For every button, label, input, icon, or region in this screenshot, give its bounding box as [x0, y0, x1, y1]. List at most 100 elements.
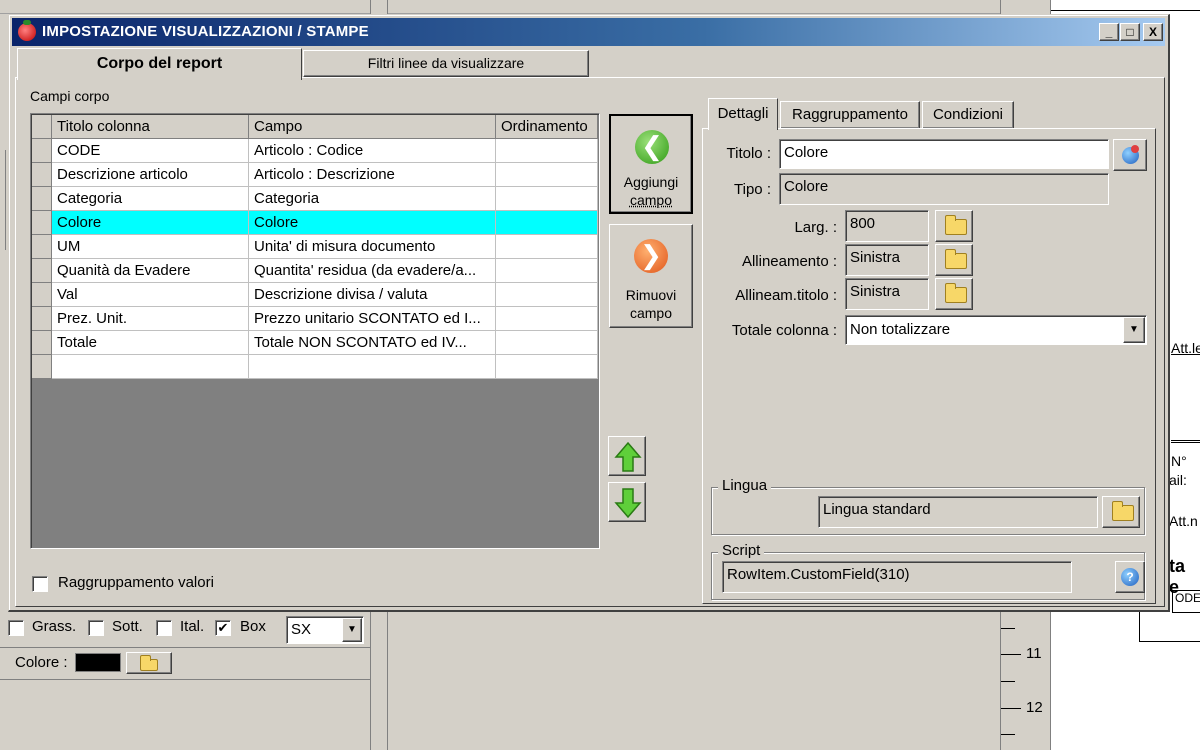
add-field-label-2: campo — [629, 192, 673, 208]
row-indicator[interactable] — [32, 187, 52, 211]
table-row-empty[interactable] — [32, 355, 598, 379]
row-indicator[interactable] — [32, 211, 52, 235]
column-header-ordinamento[interactable]: Ordinamento — [496, 115, 598, 139]
minimize-button[interactable]: _ — [1099, 23, 1119, 41]
title-bar[interactable]: IMPOSTAZIONE VISUALIZZAZIONI / STAMPE _ … — [12, 18, 1165, 46]
column-header-campo[interactable]: Campo — [249, 115, 496, 139]
bold-checkbox[interactable] — [8, 620, 24, 636]
move-up-button[interactable] — [608, 436, 646, 476]
arrow-right-glyph: ❯ — [640, 240, 662, 270]
arrow-left-glyph: ❮ — [641, 131, 663, 161]
add-field-button[interactable]: ❮ Aggiungi campo — [609, 114, 693, 214]
cell-campo[interactable]: Articolo : Codice — [249, 139, 496, 163]
translate-button[interactable] — [1113, 139, 1147, 171]
ruler-tick — [1001, 654, 1021, 655]
row-indicator[interactable] — [32, 307, 52, 331]
table-row[interactable]: Prez. Unit. Prezzo unitario SCONTATO ed … — [32, 307, 598, 331]
close-button[interactable]: X — [1143, 23, 1163, 41]
totale-colonna-value: Non totalizzare — [850, 321, 951, 338]
remove-field-button[interactable]: ❯ Rimuovi campo — [609, 224, 693, 328]
background-canvas-top — [388, 0, 1000, 14]
page-text-n: N° — [1171, 453, 1187, 469]
row-indicator[interactable] — [32, 259, 52, 283]
cell-titolo[interactable]: Categoria — [52, 187, 249, 211]
cell-ordinamento[interactable] — [496, 139, 598, 163]
chevron-down-icon[interactable]: ▼ — [1123, 317, 1145, 343]
group-values-checkbox[interactable] — [32, 576, 48, 592]
cell-campo[interactable]: Descrizione divisa / valuta — [249, 283, 496, 307]
row-indicator[interactable] — [32, 283, 52, 307]
cell-campo[interactable] — [249, 355, 496, 379]
cell-campo[interactable]: Totale NON SCONTATO ed IV... — [249, 331, 496, 355]
cell-campo[interactable]: Categoria — [249, 187, 496, 211]
cell-titolo[interactable]: Prez. Unit. — [52, 307, 249, 331]
script-help-button[interactable]: ? — [1115, 561, 1145, 593]
tab-corpo-del-report[interactable]: Corpo del report — [17, 48, 302, 80]
color-toolbar: Colore : — [0, 648, 370, 680]
cell-ordinamento[interactable] — [496, 187, 598, 211]
cell-campo[interactable]: Quantita' residua (da evadere/a... — [249, 259, 496, 283]
cell-ordinamento[interactable] — [496, 163, 598, 187]
row-indicator[interactable] — [32, 331, 52, 355]
column-header-titolo[interactable]: Titolo colonna — [52, 115, 249, 139]
row-indicator[interactable] — [32, 139, 52, 163]
cell-campo[interactable]: Colore — [249, 211, 496, 235]
cell-titolo[interactable] — [52, 355, 249, 379]
arrow-up-icon — [614, 441, 642, 472]
larg-edit-button[interactable] — [935, 210, 973, 242]
tab-filtri-linee[interactable]: Filtri linee da visualizzare — [303, 50, 589, 77]
table-row[interactable]: UM Unita' di misura documento — [32, 235, 598, 259]
cell-titolo[interactable]: Quanità da Evadere — [52, 259, 249, 283]
color-swatch[interactable] — [75, 653, 121, 672]
color-picker-button[interactable] — [126, 652, 172, 674]
cell-titolo[interactable]: Val — [52, 283, 249, 307]
table-row[interactable]: Val Descrizione divisa / valuta — [32, 283, 598, 307]
table-row[interactable]: CODE Articolo : Codice — [32, 139, 598, 163]
cell-ordinamento[interactable] — [496, 259, 598, 283]
tab-panel-corpo: Campi corpo Titolo colonna Campo Ordinam… — [15, 77, 1165, 607]
cell-titolo[interactable]: CODE — [52, 139, 249, 163]
cell-titolo[interactable]: Colore — [52, 211, 249, 235]
tab-condizioni[interactable]: Condizioni — [922, 101, 1014, 129]
cell-campo[interactable]: Prezzo unitario SCONTATO ed I... — [249, 307, 496, 331]
chevron-down-icon[interactable]: ▼ — [342, 618, 362, 642]
cell-ordinamento[interactable] — [496, 211, 598, 235]
titolo-input[interactable]: Colore — [779, 139, 1109, 169]
cell-ordinamento[interactable] — [496, 355, 598, 379]
table-row[interactable]: Descrizione articolo Articolo : Descrizi… — [32, 163, 598, 187]
cell-titolo[interactable]: Totale — [52, 331, 249, 355]
app-icon-leaf — [23, 20, 31, 25]
format-toolbar: Grass. Sott. Ital. ✔ Box SX ▼ — [0, 612, 370, 648]
box-checkbox[interactable]: ✔ — [215, 620, 231, 636]
underline-checkbox[interactable] — [88, 620, 104, 636]
align-select[interactable]: SX ▼ — [286, 616, 364, 644]
ruler-mark-12: 12 — [1026, 699, 1043, 716]
tab-dettagli[interactable]: Dettagli — [708, 98, 778, 130]
cell-campo[interactable]: Unita' di misura documento — [249, 235, 496, 259]
remove-field-label-1: Rimuovi — [625, 287, 677, 303]
box-label: Box — [240, 618, 266, 635]
row-indicator[interactable] — [32, 163, 52, 187]
cell-titolo[interactable]: Descrizione articolo — [52, 163, 249, 187]
allineam-titolo-edit-button[interactable] — [935, 278, 973, 310]
maximize-button[interactable]: □ — [1120, 23, 1140, 41]
table-row[interactable]: Quanità da Evadere Quantita' residua (da… — [32, 259, 598, 283]
totale-colonna-select[interactable]: Non totalizzare ▼ — [845, 315, 1147, 345]
cell-campo[interactable]: Articolo : Descrizione — [249, 163, 496, 187]
cell-ordinamento[interactable] — [496, 235, 598, 259]
lingua-edit-button[interactable] — [1102, 496, 1140, 528]
table-row-selected[interactable]: Colore Colore — [32, 211, 598, 235]
table-row[interactable]: Totale Totale NON SCONTATO ed IV... — [32, 331, 598, 355]
italic-checkbox[interactable] — [156, 620, 172, 636]
cell-ordinamento[interactable] — [496, 283, 598, 307]
allineamento-edit-button[interactable] — [935, 244, 973, 276]
row-indicator[interactable] — [32, 355, 52, 379]
table-row[interactable]: Categoria Categoria — [32, 187, 598, 211]
script-field: RowItem.CustomField(310) — [722, 561, 1072, 593]
tab-raggruppamento[interactable]: Raggruppamento — [780, 101, 920, 129]
move-down-button[interactable] — [608, 482, 646, 522]
cell-titolo[interactable]: UM — [52, 235, 249, 259]
cell-ordinamento[interactable] — [496, 331, 598, 355]
row-indicator[interactable] — [32, 235, 52, 259]
cell-ordinamento[interactable] — [496, 307, 598, 331]
